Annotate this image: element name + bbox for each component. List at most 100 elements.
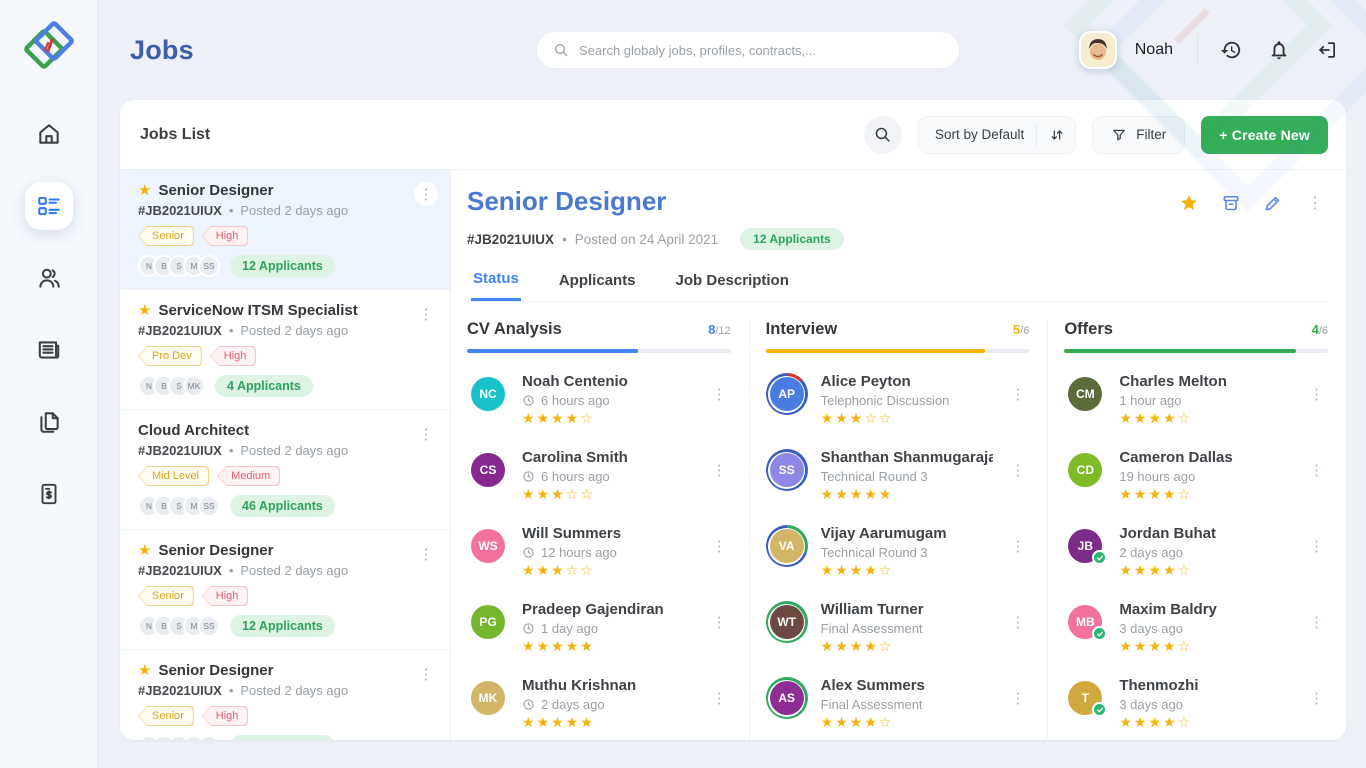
column-count: 5/6 — [1013, 322, 1029, 337]
job-card-posted: Posted 2 days ago — [240, 323, 348, 338]
candidate-menu-button[interactable]: ⋮ — [1305, 685, 1328, 711]
sidebar-item-news[interactable] — [25, 326, 73, 374]
archive-button[interactable] — [1220, 192, 1242, 214]
column-count: 8/12 — [708, 322, 731, 337]
candidate-menu-button[interactable]: ⋮ — [708, 533, 731, 559]
candidate-name: Muthu Krishnan — [522, 677, 695, 694]
user-avatar[interactable] — [1079, 31, 1117, 69]
user-name[interactable]: Noah — [1135, 41, 1173, 59]
tab-status[interactable]: Status — [471, 270, 521, 301]
search-input[interactable] — [579, 43, 943, 58]
candidate-card[interactable]: MB Maxim Baldry 3 days ago ★★★★☆ ⋮ — [1064, 600, 1328, 657]
logout-button[interactable] — [1312, 35, 1342, 65]
job-card-posted: Posted 2 days ago — [240, 563, 348, 578]
candidate-card[interactable]: CM Charles Melton 1 hour ago ★★★★☆ ⋮ — [1064, 372, 1328, 429]
applicants-count-pill: 46 Applicants — [230, 495, 335, 517]
candidate-menu-button[interactable]: ⋮ — [1006, 609, 1029, 635]
candidate-card[interactable]: WS Will Summers 12 hours ago ★★★☆☆ ⋮ — [467, 524, 731, 581]
candidate-card[interactable]: CS Carolina Smith 6 hours ago ★★★☆☆ ⋮ — [467, 448, 731, 505]
candidate-menu-button[interactable]: ⋮ — [708, 381, 731, 407]
job-menu-button[interactable]: ⋮ — [414, 302, 438, 326]
sidebar-item-people[interactable] — [25, 254, 73, 302]
candidate-menu-button[interactable]: ⋮ — [1305, 457, 1328, 483]
candidate-name: Noah Centenio — [522, 373, 695, 390]
candidate-menu-button[interactable]: ⋮ — [708, 457, 731, 483]
sidebar-item-documents[interactable] — [25, 398, 73, 446]
list-search-button[interactable] — [864, 116, 902, 154]
candidate-avatar: VA — [766, 525, 808, 567]
column-progress-track — [467, 349, 731, 353]
candidate-subtext: Technical Round 3 — [821, 469, 994, 484]
meta-dot: • — [229, 683, 234, 698]
candidate-name: Maxim Baldry — [1119, 601, 1292, 618]
candidate-menu-button[interactable]: ⋮ — [1006, 457, 1029, 483]
job-detail-header: Senior Designer ⋮ — [451, 170, 1346, 302]
candidate-subtext: Final Assessment — [821, 697, 994, 712]
job-tag: Senior — [138, 586, 194, 606]
candidate-card[interactable]: NC Noah Centenio 6 hours ago ★★★★☆ ⋮ — [467, 372, 731, 429]
filter-funnel-icon — [1111, 127, 1127, 143]
candidate-card[interactable]: WT William Turner Final Assessment ★★★★☆… — [766, 600, 1030, 657]
candidate-card[interactable]: JB Jordan Buhat 2 days ago ★★★★☆ ⋮ — [1064, 524, 1328, 581]
history-button[interactable] — [1216, 35, 1246, 65]
candidate-menu-button[interactable]: ⋮ — [1305, 533, 1328, 559]
job-card-title: Cloud Architect — [138, 422, 249, 439]
job-card-title: Senior Designer — [158, 182, 273, 199]
app-logo[interactable] — [23, 20, 75, 72]
sidebar-item-home[interactable] — [25, 110, 73, 158]
sidebar-item-jobs[interactable] — [25, 182, 73, 230]
job-card-tags: Pro DevHigh — [138, 346, 436, 366]
candidate-menu-button[interactable]: ⋮ — [1006, 533, 1029, 559]
column-count: 4/6 — [1312, 322, 1328, 337]
candidate-menu-button[interactable]: ⋮ — [1006, 685, 1029, 711]
candidate-rating-stars: ★★★★☆ — [1119, 486, 1292, 503]
search-icon — [874, 126, 891, 143]
sidebar — [0, 0, 98, 768]
candidate-avatar: MB — [1064, 601, 1106, 643]
job-card[interactable]: ★ Cloud Architect ⋮ #JB2021UIUX • Posted… — [120, 410, 450, 530]
sort-button[interactable]: Sort by Default — [918, 116, 1076, 154]
jobs-list-icon — [36, 193, 62, 219]
candidate-menu-button[interactable]: ⋮ — [1305, 381, 1328, 407]
candidate-rating-stars: ★★★★☆ — [821, 714, 994, 731]
sidebar-item-invoices[interactable] — [25, 470, 73, 518]
candidate-rating-stars: ★★★☆☆ — [522, 486, 695, 503]
job-card[interactable]: ★ ServiceNow ITSM Specialist ⋮ #JB2021UI… — [120, 290, 450, 410]
favorite-button[interactable] — [1178, 192, 1200, 214]
job-menu-button[interactable]: ⋮ — [414, 662, 438, 686]
job-card[interactable]: ★ Senior Designer ⋮ #JB2021UIUX • Posted… — [120, 170, 450, 290]
candidate-card[interactable]: AP Alice Peyton Telephonic Discussion ★★… — [766, 372, 1030, 429]
verified-check-icon — [1092, 550, 1107, 565]
tab-applicants[interactable]: Applicants — [557, 270, 638, 301]
job-menu-button[interactable]: ⋮ — [414, 182, 438, 206]
notifications-button[interactable] — [1264, 35, 1294, 65]
candidate-card[interactable]: T Thenmozhi 3 days ago ★★★★☆ ⋮ — [1064, 676, 1328, 733]
candidate-card[interactable]: MK Muthu Krishnan 2 days ago ★★★★★ ⋮ — [467, 676, 731, 733]
candidate-menu-button[interactable]: ⋮ — [1006, 381, 1029, 407]
candidate-menu-button[interactable]: ⋮ — [708, 609, 731, 635]
meta-dot: • — [229, 563, 234, 578]
candidate-card[interactable]: SS Shanthan Shanmugaraja Technical Round… — [766, 448, 1030, 505]
job-card-posted: Posted 2 days ago — [240, 443, 348, 458]
create-new-button[interactable]: + Create New — [1201, 116, 1328, 154]
panel-title: Jobs List — [140, 126, 210, 144]
tab-job-description[interactable]: Job Description — [674, 270, 791, 301]
job-card-id: #JB2021UIUX — [138, 563, 222, 578]
detail-menu-button[interactable]: ⋮ — [1304, 192, 1326, 214]
candidate-menu-button[interactable]: ⋮ — [708, 685, 731, 711]
candidate-card[interactable]: AS Alex Summers Final Assessment ★★★★☆ ⋮ — [766, 676, 1030, 733]
job-card-title: Senior Designer — [158, 542, 273, 559]
filter-button[interactable]: Filter — [1092, 116, 1185, 154]
job-card[interactable]: ★ Senior Designer ⋮ #JB2021UIUX • Posted… — [120, 650, 450, 740]
job-card[interactable]: ★ Senior Designer ⋮ #JB2021UIUX • Posted… — [120, 530, 450, 650]
candidate-card[interactable]: CD Cameron Dallas 19 hours ago ★★★★☆ ⋮ — [1064, 448, 1328, 505]
candidate-rating-stars: ★★★★☆ — [1119, 638, 1292, 655]
candidate-menu-button[interactable]: ⋮ — [1305, 609, 1328, 635]
edit-button[interactable] — [1262, 192, 1284, 214]
candidate-card[interactable]: PG Pradeep Gajendiran 1 day ago ★★★★★ ⋮ — [467, 600, 731, 657]
job-menu-button[interactable]: ⋮ — [414, 542, 438, 566]
logout-icon — [1316, 39, 1338, 61]
job-menu-button[interactable]: ⋮ — [414, 422, 438, 446]
pipeline-column: Interview 5/6 AP Alice Peyton Telephonic… — [749, 320, 1048, 740]
candidate-card[interactable]: VA Vijay Aarumugam Technical Round 3 ★★★… — [766, 524, 1030, 581]
